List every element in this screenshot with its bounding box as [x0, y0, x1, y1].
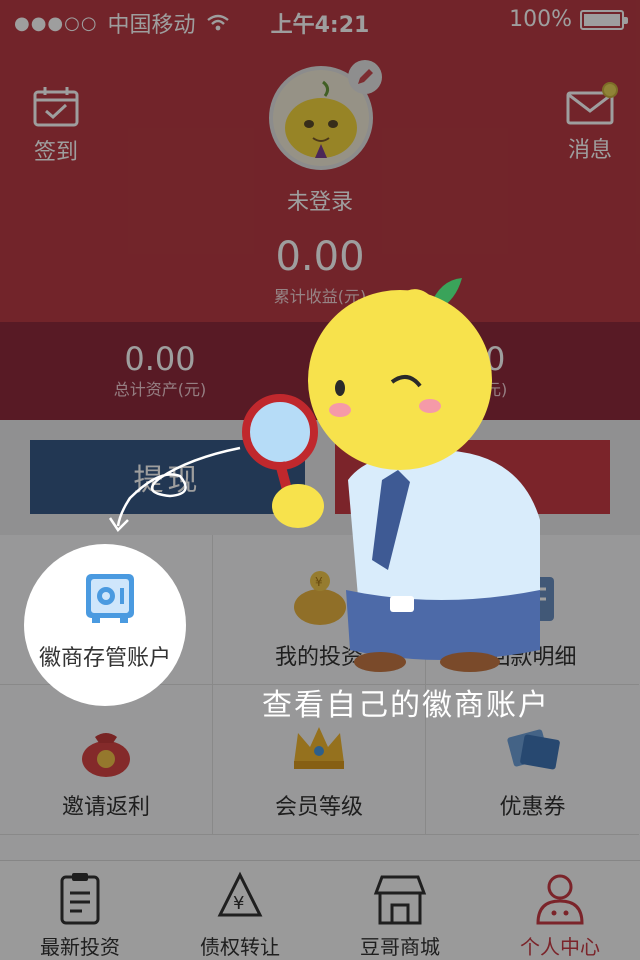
spotlight-label: 徽商存管账户: [38, 646, 171, 671]
mascot-character-icon: [242, 278, 540, 672]
curved-arrow-icon: [108, 446, 241, 532]
safe-icon: [86, 574, 134, 623]
onboarding-hint: 查看自己的徽商账户: [262, 688, 550, 723]
